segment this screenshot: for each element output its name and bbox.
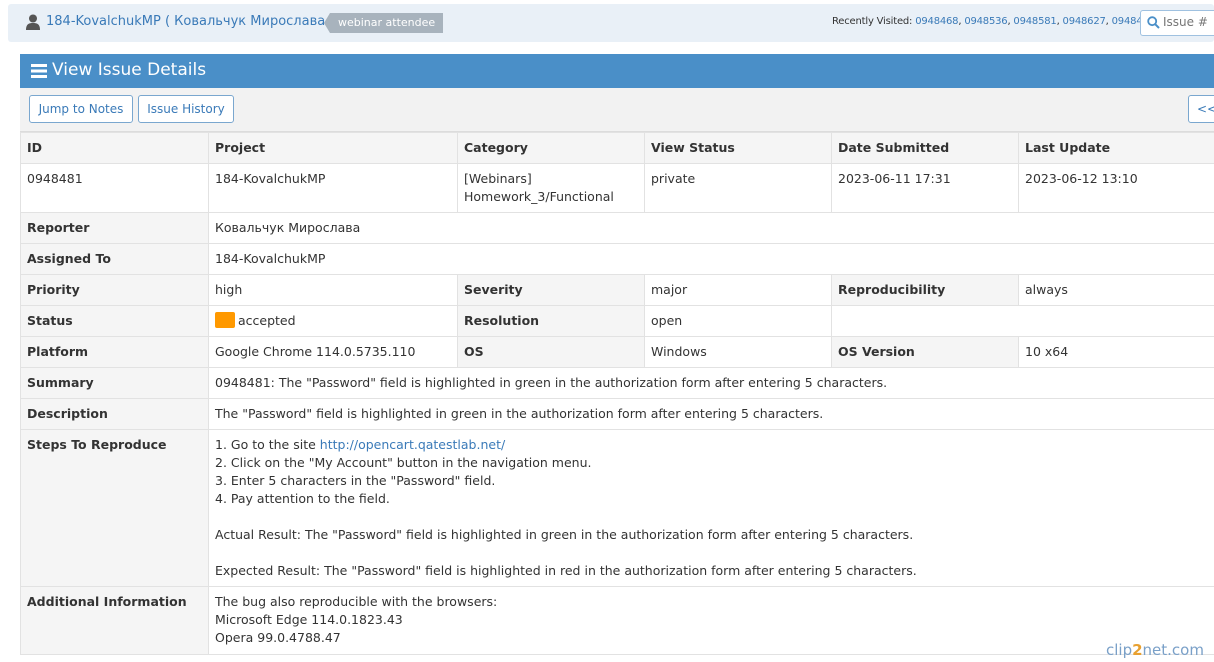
category-line: Homework_3/Functional bbox=[464, 189, 614, 204]
field-label: Status bbox=[20, 305, 209, 337]
search-icon bbox=[1147, 16, 1160, 29]
issue-history-button[interactable]: Issue History bbox=[138, 95, 234, 123]
previous-issue-button[interactable]: << bbox=[1188, 95, 1214, 123]
table-row: Priority high Severity major Reproducibi… bbox=[20, 274, 1214, 306]
widget-toolbar: Jump to Notes Issue History << bbox=[20, 88, 1214, 132]
table-row: Reporter Ковальчук Мирослава bbox=[20, 212, 1214, 244]
issue-view-status: private bbox=[644, 163, 832, 213]
recent-issue-link[interactable]: 0948468 bbox=[915, 16, 958, 27]
issue-search-box[interactable] bbox=[1140, 10, 1214, 36]
table-header-row: ID Project Category View Status Date Sub… bbox=[20, 132, 1214, 164]
step-line: 1. Go to the site http://opencart.qatest… bbox=[215, 436, 1208, 454]
table-row: Steps To Reproduce 1. Go to the site htt… bbox=[20, 429, 1214, 587]
user-icon bbox=[26, 14, 40, 30]
issue-os: Windows bbox=[644, 336, 832, 368]
issue-summary: 0948481: The "Password" field is highlig… bbox=[208, 367, 1214, 399]
table-row: Assigned To 184-KovalchukMP bbox=[20, 243, 1214, 275]
column-header: View Status bbox=[644, 132, 832, 164]
issue-severity: major bbox=[644, 274, 832, 306]
issue-os-version: 10 x64 bbox=[1018, 336, 1214, 368]
issue-steps-to-reproduce: 1. Go to the site http://opencart.qatest… bbox=[208, 429, 1214, 587]
table-row: Description The "Password" field is high… bbox=[20, 398, 1214, 430]
jump-to-notes-button[interactable]: Jump to Notes bbox=[29, 95, 133, 123]
issue-status: accepted bbox=[208, 305, 458, 337]
table-row: Status accepted Resolution open bbox=[20, 305, 1214, 337]
column-header: ID bbox=[20, 132, 209, 164]
field-label: OS Version bbox=[831, 336, 1019, 368]
issue-additional-info: The bug also reproducible with the brows… bbox=[208, 586, 1214, 655]
issue-category: [Webinars] Homework_3/Functional bbox=[457, 163, 645, 213]
current-user-link[interactable]: 184-KovalchukMP ( Ковальчук Мирослава ) bbox=[46, 14, 334, 29]
watermark-text: net.com bbox=[1142, 641, 1204, 659]
field-label: OS bbox=[457, 336, 645, 368]
table-row: Additional Information The bug also repr… bbox=[20, 586, 1214, 655]
top-nav-bar: 184-KovalchukMP ( Ковальчук Мирослава ) … bbox=[8, 4, 1214, 42]
site-link[interactable]: http://opencart.qatestlab.net/ bbox=[320, 437, 505, 452]
role-badge: webinar attendee bbox=[324, 13, 444, 33]
recently-visited: Recently Visited: 0948468, 0948536, 0948… bbox=[832, 16, 1155, 27]
field-label: Reproducibility bbox=[831, 274, 1019, 306]
field-label: Priority bbox=[20, 274, 209, 306]
field-label: Steps To Reproduce bbox=[20, 429, 209, 587]
table-row: 0948481 184-KovalchukMP [Webinars] Homew… bbox=[20, 163, 1214, 213]
steps-text: 2. Click on the "My Account" button in t… bbox=[215, 455, 917, 578]
watermark-logo: clip2net.com bbox=[1106, 641, 1204, 659]
issue-reproducibility: always bbox=[1018, 274, 1214, 306]
issue-last-update: 2023-06-12 13:10 bbox=[1018, 163, 1214, 213]
issue-reporter: Ковальчук Мирослава bbox=[208, 212, 1214, 244]
issue-details-table: ID Project Category View Status Date Sub… bbox=[20, 132, 1214, 655]
recent-issue-link[interactable]: 0948581 bbox=[1013, 16, 1056, 27]
status-text: accepted bbox=[238, 313, 296, 328]
table-row: Platform Google Chrome 114.0.5735.110 OS… bbox=[20, 336, 1214, 368]
widget-header: View Issue Details bbox=[20, 54, 1214, 88]
issue-search-input[interactable] bbox=[1163, 15, 1214, 29]
issue-assigned-to: 184-KovalchukMP bbox=[208, 243, 1214, 275]
field-label: Description bbox=[20, 398, 209, 430]
recently-visited-label: Recently Visited: bbox=[832, 16, 913, 27]
step-text: 1. Go to the site bbox=[215, 437, 320, 452]
empty-cell bbox=[831, 305, 1214, 337]
field-label: Additional Information bbox=[20, 586, 209, 655]
issue-description: The "Password" field is highlighted in g… bbox=[208, 398, 1214, 430]
issue-id: 0948481 bbox=[20, 163, 209, 213]
field-label: Severity bbox=[457, 274, 645, 306]
table-row: Summary 0948481: The "Password" field is… bbox=[20, 367, 1214, 399]
recent-issue-link[interactable]: 0948627 bbox=[1063, 16, 1106, 27]
field-label: Summary bbox=[20, 367, 209, 399]
field-label: Reporter bbox=[20, 212, 209, 244]
column-header: Last Update bbox=[1018, 132, 1214, 164]
column-header: Category bbox=[457, 132, 645, 164]
field-label: Resolution bbox=[457, 305, 645, 337]
status-color-swatch bbox=[215, 312, 235, 328]
list-icon bbox=[31, 64, 47, 78]
page-title: View Issue Details bbox=[52, 60, 207, 80]
issue-platform: Google Chrome 114.0.5735.110 bbox=[208, 336, 458, 368]
field-label: Platform bbox=[20, 336, 209, 368]
field-label: Assigned To bbox=[20, 243, 209, 275]
column-header: Project bbox=[208, 132, 458, 164]
issue-project: 184-KovalchukMP bbox=[208, 163, 458, 213]
column-header: Date Submitted bbox=[831, 132, 1019, 164]
issue-resolution: open bbox=[644, 305, 832, 337]
issue-date-submitted: 2023-06-11 17:31 bbox=[831, 163, 1019, 213]
category-line: [Webinars] bbox=[464, 171, 532, 186]
watermark-text: clip bbox=[1106, 641, 1133, 659]
recent-issue-link[interactable]: 0948536 bbox=[964, 16, 1007, 27]
issue-priority: high bbox=[208, 274, 458, 306]
watermark-text: 2 bbox=[1132, 641, 1143, 659]
